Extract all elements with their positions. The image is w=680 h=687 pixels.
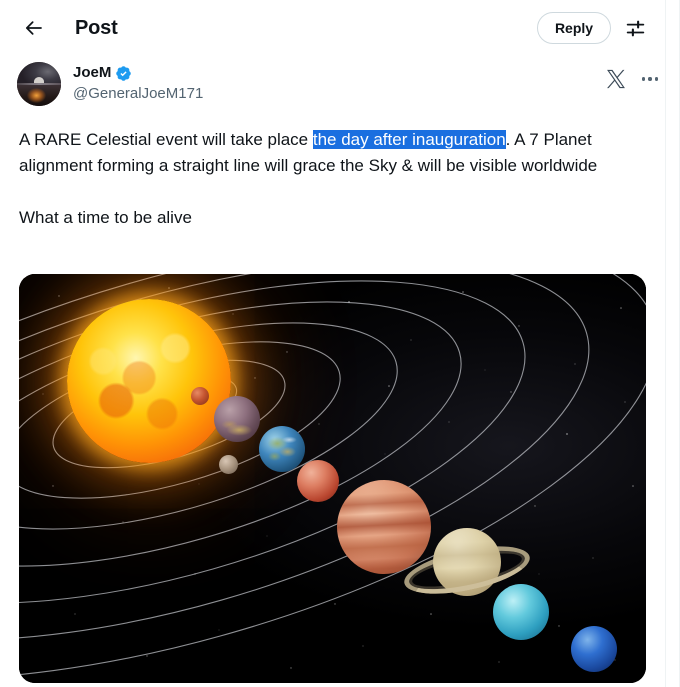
sun-surface-detail [67, 299, 231, 463]
reply-button[interactable]: Reply [537, 12, 611, 44]
planet-mars [297, 460, 339, 502]
arrow-left-icon [25, 21, 42, 35]
avatar[interactable] [17, 62, 61, 106]
column-divider [665, 0, 666, 687]
author-display-name[interactable]: JoeM [73, 63, 111, 83]
author-row: JoeM @GeneralJoeM171 [17, 62, 665, 112]
author-info: JoeM @GeneralJoeM171 [73, 62, 203, 104]
more-options-button[interactable] [635, 64, 665, 94]
planet-sun [67, 299, 231, 463]
planet-earth [259, 426, 305, 472]
author-handle[interactable]: @GeneralJoeM171 [73, 84, 203, 104]
post-page: Post Reply JoeM @GeneralJoeM171 A RARE C… [0, 0, 680, 687]
dot [641, 77, 646, 81]
planet-venus [214, 396, 260, 442]
venus-surface-detail [214, 396, 260, 442]
settings-button[interactable] [619, 12, 651, 44]
dot [648, 77, 652, 81]
sliders-icon [626, 20, 644, 36]
planet-neptune [571, 626, 617, 672]
dot [654, 77, 659, 81]
post-text: A RARE Celestial event will take place t… [19, 127, 651, 231]
planet-uranus [493, 584, 549, 640]
author-name-line: JoeM [73, 63, 203, 83]
planet-mercury [191, 387, 209, 405]
post-text-highlight[interactable]: the day after inauguration [312, 130, 506, 149]
verified-badge-icon [116, 65, 132, 81]
x-logo-icon[interactable] [605, 68, 627, 90]
page-header: Post Reply [0, 0, 665, 56]
post-text-before: A RARE Celestial event will take place [19, 130, 313, 149]
back-button[interactable] [17, 11, 51, 45]
post-media-image[interactable] [19, 274, 646, 683]
page-title: Post [75, 16, 118, 39]
author-actions [605, 62, 665, 94]
earth-landmass-detail [259, 426, 305, 472]
planet-moon [219, 455, 238, 474]
